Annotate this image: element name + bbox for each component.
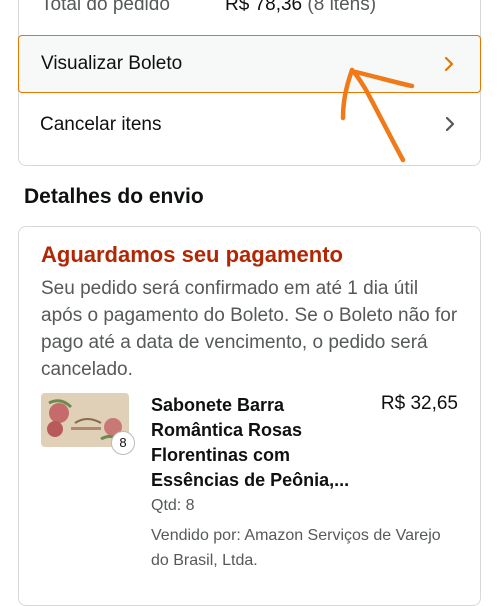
order-total-row: Total do pedido R$ 78,36 (8 itens) bbox=[41, 0, 376, 16]
product-name-link[interactable]: Sabonete Barra Romântica Rosas Florentin… bbox=[151, 393, 371, 493]
seller-info: Vendido por: Amazon Serviços de Varejo d… bbox=[151, 527, 441, 569]
product-quantity: Qtd: 8 bbox=[151, 497, 195, 514]
view-boleto-button[interactable]: Visualizar Boleto bbox=[18, 35, 481, 93]
cancel-items-label: Cancelar itens bbox=[40, 114, 162, 135]
order-summary-card: Total do pedido R$ 78,36 (8 itens) Visual… bbox=[18, 0, 481, 166]
payment-status-description: Seu pedido será confirmado em até 1 dia … bbox=[41, 278, 458, 380]
shipping-card: Aguardamos seu pagamento Seu pedido será… bbox=[18, 226, 481, 606]
order-item-count: (8 itens) bbox=[307, 0, 377, 15]
product-price: R$ 32,65 bbox=[380, 393, 458, 414]
cancel-items-button[interactable]: Cancelar itens bbox=[18, 96, 481, 154]
chevron-right-icon bbox=[445, 116, 455, 132]
chevron-right-icon bbox=[444, 56, 454, 72]
order-total-label: Total do pedido bbox=[41, 0, 170, 15]
order-total-value: R$ 78,36 bbox=[225, 0, 303, 15]
shipping-details-title: Detalhes do envio bbox=[24, 185, 204, 208]
quantity-badge: 8 bbox=[111, 431, 135, 455]
view-boleto-label: Visualizar Boleto bbox=[41, 53, 183, 74]
payment-status-title: Aguardamos seu pagamento bbox=[41, 242, 343, 267]
